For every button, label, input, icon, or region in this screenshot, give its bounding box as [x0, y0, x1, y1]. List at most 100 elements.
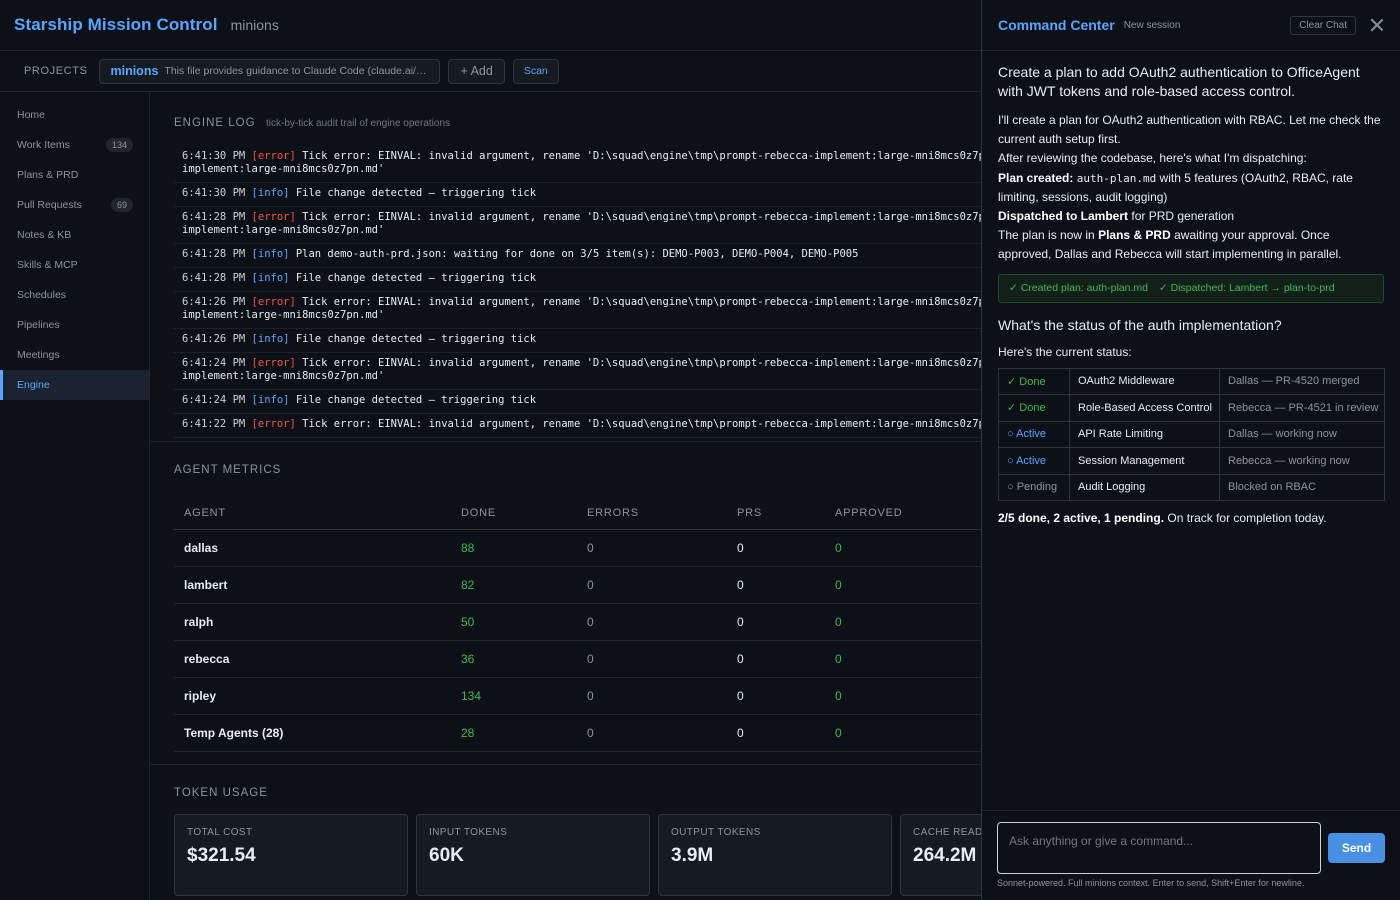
add-project-button[interactable]: + Add: [448, 58, 505, 84]
log-entry: 6:41:30 PM [info] File change detected —…: [174, 183, 981, 207]
engine-log-section: ENGINE LOG tick-by-tick audit trail of e…: [150, 92, 981, 442]
token-card-value: 264.2M: [913, 845, 977, 866]
engine-log-subtitle: tick-by-tick audit trail of engine opera…: [266, 118, 451, 129]
status-owner: Blocked on RBAC: [1219, 473, 1385, 502]
status-state: ○ Active: [998, 420, 1070, 449]
projects-bar: PROJECTS minions This file provides guid…: [0, 51, 981, 92]
log-message: Tick error: EINVAL: invalid argument, re…: [182, 150, 981, 175]
sidebar-item-label: Pull Requests: [17, 199, 82, 211]
clear-chat-button[interactable]: Clear Chat: [1290, 15, 1356, 35]
sidebar-item-meetings[interactable]: Meetings: [0, 340, 149, 370]
log-level: [error]: [251, 418, 296, 430]
sidebar-item-notes-kb[interactable]: Notes & KB: [0, 220, 149, 250]
status-owner: Dallas — PR-4520 merged: [1219, 367, 1385, 396]
agent-metrics-title: AGENT METRICS: [174, 464, 282, 476]
user-message: Create a plan to add OAuth2 authenticati…: [998, 64, 1360, 99]
dispatched-label: Dispatched to Lambert: [998, 209, 1129, 224]
log-level: [info]: [251, 187, 290, 199]
sidebar-item-home[interactable]: Home: [0, 100, 149, 130]
sidebar-item-label: Work Items: [17, 139, 70, 151]
sidebar-item-pipelines[interactable]: Pipelines: [0, 310, 149, 340]
column-header: AGENT: [174, 498, 451, 530]
status-owner: Rebecca — working now: [1219, 447, 1385, 475]
reply-status-line: The plan is now in Plans & PRD awaiting …: [998, 226, 1384, 264]
metric-errors: 0: [577, 640, 727, 678]
log-message: File change detected — triggering tick: [295, 187, 537, 199]
log-entry: 6:41:28 PM [info] File change detected —…: [174, 268, 981, 292]
sidebar-item-pull-requests[interactable]: Pull Requests 69: [0, 190, 149, 220]
chat-input[interactable]: [997, 822, 1321, 874]
sidebar-item-plans-prd[interactable]: Plans & PRD: [0, 160, 149, 190]
status-table: ✓ Done OAuth2 Middleware Dallas — PR-4520 …: [998, 367, 1385, 502]
log-level: [error]: [251, 357, 296, 369]
metric-done: 28: [451, 714, 577, 752]
metric-approved: 0: [825, 714, 981, 752]
sidebar-item-skills-mcp[interactable]: Skills & MCP: [0, 250, 149, 280]
log-entry: 6:41:26 PM [info] File change detected —…: [174, 329, 981, 353]
log-message: Tick error: EINVAL: invalid argument, re…: [302, 418, 981, 430]
status-summary: 2/5 done, 2 active, 1 pending. On track …: [998, 511, 1384, 525]
log-timestamp: 6:41:22 PM: [182, 418, 246, 430]
metric-approved: 0: [825, 529, 981, 567]
metric-agent: ripley: [174, 677, 451, 715]
metric-errors: 0: [577, 603, 727, 641]
column-header: ERRORS: [577, 498, 727, 530]
status-owner: Dallas — working now: [1219, 420, 1385, 449]
plan-file: auth-plan.md: [1076, 171, 1157, 185]
count-badge: 69: [110, 198, 133, 212]
action-results: ✓ Created plan: auth-plan.md ✓ Dispatche…: [998, 273, 1384, 303]
app-title[interactable]: Starship Mission Control: [14, 15, 218, 35]
status-state: ✓ Done: [998, 367, 1070, 396]
log-entry: 6:41:24 PM [error] Tick error: EINVAL: i…: [174, 353, 981, 390]
token-card-value: $321.54: [187, 845, 256, 866]
assistant-message: I'll create a plan for OAuth2 authentica…: [998, 111, 1384, 265]
close-icon[interactable]: [1370, 18, 1384, 32]
log-message: File change detected — triggering tick: [295, 333, 537, 345]
token-cards: TOTAL COST $321.54 INPUT TOKENS 60K OUTPUT T…: [174, 814, 981, 896]
metric-errors: 0: [577, 714, 727, 752]
status-feature: API Rate Limiting: [1069, 420, 1220, 449]
log-timestamp: 6:41:24 PM: [182, 357, 246, 369]
metric-prs: 0: [727, 529, 825, 567]
reply-plan-line: Plan created: auth-plan.md with 5 featur…: [998, 169, 1384, 207]
send-button[interactable]: Send: [1328, 833, 1385, 863]
log-timestamp: 6:41:26 PM: [182, 333, 246, 345]
sidebar-item-work-items[interactable]: Work Items 134: [0, 130, 149, 160]
status-owner: Rebecca — PR-4521 in review: [1219, 394, 1385, 422]
token-usage-section: TOKEN USAGE TOTAL COST $321.54 INPUT TOKEN…: [150, 765, 981, 896]
project-chip[interactable]: minions This file provides guidance to C…: [99, 58, 441, 84]
token-card-value: 3.9M: [671, 845, 714, 866]
metric-agent: dallas: [174, 529, 451, 567]
agent-metrics-section: AGENT METRICS AGENT DONE ERRORS PRS APPROVED…: [150, 442, 981, 765]
sidebar-item-engine[interactable]: Engine: [0, 370, 149, 400]
project-chip-name: minions: [110, 64, 159, 78]
status-feature: Session Management: [1069, 447, 1220, 475]
token-card: CACHE READS 264.2M: [900, 814, 981, 896]
metric-done: 88: [451, 529, 577, 567]
log-level: [info]: [251, 248, 290, 260]
status-intro: Here's the current status:: [998, 344, 1132, 359]
user-message: What's the status of the auth implementa…: [998, 316, 1282, 333]
log-level: [info]: [251, 272, 290, 284]
log-level: [info]: [251, 333, 290, 345]
status-row: ○ Active API Rate Limiting Dallas — workin…: [998, 420, 1385, 449]
header: Starship Mission Control minions: [0, 0, 981, 51]
command-center-header: Command Center New session Clear Chat: [982, 0, 1400, 51]
sidebar-item-schedules[interactable]: Schedules: [0, 280, 149, 310]
engine-log[interactable]: 6:41:30 PM [error] Tick error: EINVAL: i…: [174, 146, 981, 446]
metric-prs: 0: [727, 677, 825, 715]
plans-prd-label: Plans & PRD: [1098, 228, 1171, 243]
action-result: ✓ Created plan: auth-plan.md: [1009, 281, 1148, 294]
project-name: minions: [230, 17, 279, 33]
log-entry: 6:41:28 PM [error] Tick error: EINVAL: i…: [174, 207, 981, 244]
log-message: File change detected — triggering tick: [295, 394, 537, 406]
status-state: ○ Pending: [998, 473, 1070, 502]
sidebar-item-label: Plans & PRD: [17, 169, 79, 181]
reply-line: I'll create a plan for OAuth2 authentica…: [998, 113, 1381, 147]
log-message: Tick error: EINVAL: invalid argument, re…: [182, 296, 981, 321]
composer-row: Send: [997, 822, 1385, 874]
sidebar-item-label: Skills & MCP: [17, 259, 78, 271]
summary-text: On track for completion today.: [1167, 511, 1327, 526]
token-card-label: CACHE READS: [913, 827, 981, 838]
scan-button[interactable]: Scan: [512, 58, 559, 84]
